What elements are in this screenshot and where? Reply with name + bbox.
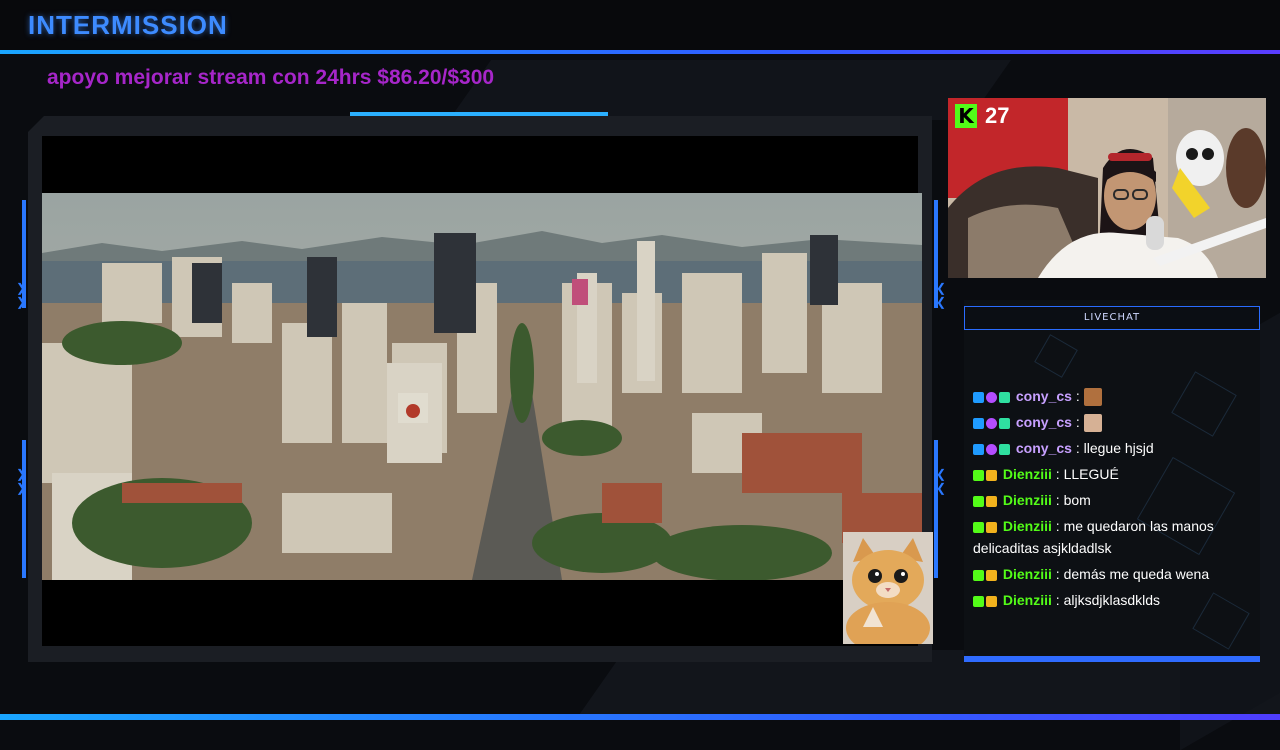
chat-header: LIVECHAT <box>964 306 1260 330</box>
crown-badge-icon <box>986 569 997 581</box>
vip-badge-icon <box>986 443 997 455</box>
chat-message: cony_cs : llegue hjsjd <box>973 437 1253 459</box>
sub-badge-icon <box>973 469 984 481</box>
og-badge-icon <box>999 443 1010 455</box>
video-player[interactable] <box>42 193 922 580</box>
chat-message: cony_cs : <box>973 411 1253 433</box>
chat-username[interactable]: Dienziii <box>999 466 1052 482</box>
og-badge-icon <box>999 417 1010 429</box>
chat-bottom-accent <box>964 656 1260 662</box>
chevron-icon: ❯ <box>16 281 27 295</box>
viewer-counter: K 27 <box>955 103 1009 129</box>
chat-message: Dienziii : aljksdjklasdklds <box>973 589 1253 611</box>
chat-username[interactable]: cony_cs <box>1012 440 1072 456</box>
sub-badge-icon <box>973 495 984 507</box>
mod-badge-icon <box>973 443 984 455</box>
chevron-icon: ❯ <box>16 295 27 309</box>
chat-separator: : <box>1051 518 1064 534</box>
vip-badge-icon <box>986 417 997 429</box>
sub-badge-icon <box>973 521 984 533</box>
chat-emote-icon <box>1083 414 1102 433</box>
chat-message: Dienziii : demás me queda wena <box>973 563 1253 585</box>
og-badge-icon <box>999 391 1010 403</box>
chat-separator: : <box>1071 414 1084 430</box>
chat-text: demás me queda wena <box>1063 566 1210 582</box>
chat-separator: : <box>1071 440 1084 456</box>
mod-badge-icon <box>973 417 984 429</box>
chat-text: LLEGUÉ <box>1063 466 1119 482</box>
frame-side-accent <box>934 440 938 578</box>
chat-text: bom <box>1063 492 1091 508</box>
kick-logo-icon: K <box>955 104 977 128</box>
chat-separator: : <box>1051 466 1064 482</box>
chevron-icon: ❯ <box>16 481 27 495</box>
chat-separator: : <box>1071 388 1084 404</box>
cat-cam <box>843 532 933 654</box>
chat-text: aljksdjklasdklds <box>1063 592 1161 608</box>
chat-username[interactable]: Dienziii <box>999 518 1052 534</box>
sub-badge-icon <box>973 569 984 581</box>
chevron-icon: ❮ <box>936 467 947 481</box>
background-shard <box>448 60 1012 120</box>
crown-badge-icon <box>986 595 997 607</box>
chat-message: Dienziii : LLEGUÉ <box>973 463 1253 485</box>
chevron-icon: ❮ <box>936 281 947 295</box>
chat-username[interactable]: Dienziii <box>999 592 1052 608</box>
chat-username[interactable]: cony_cs <box>1012 388 1072 404</box>
chat-message: Dienziii : bom <box>973 489 1253 511</box>
chat-separator: : <box>1051 492 1064 508</box>
donation-goal: apoyo mejorar stream con 24hrs $86.20/$3… <box>47 66 495 89</box>
sub-badge-icon <box>973 595 984 607</box>
frame-side-accent <box>22 440 26 578</box>
bottom-accent-line <box>0 714 1280 720</box>
crown-badge-icon <box>986 521 997 533</box>
chat-message-list[interactable]: cony_cs : cony_cs : cony_cs : llegue hjs… <box>973 385 1253 615</box>
chat-username[interactable]: Dienziii <box>999 566 1052 582</box>
top-accent-line <box>0 50 1280 54</box>
chat-message: cony_cs : <box>973 385 1253 407</box>
crown-badge-icon <box>986 469 997 481</box>
chat-emote-icon <box>1083 388 1102 407</box>
mod-badge-icon <box>973 391 984 403</box>
chat-username[interactable]: Dienziii <box>999 492 1052 508</box>
chevron-icon: ❮ <box>936 295 947 309</box>
chevron-icon: ❯ <box>16 467 27 481</box>
chat-separator: : <box>1051 566 1064 582</box>
city-scene <box>42 193 922 580</box>
viewer-count: 27 <box>985 103 1010 128</box>
chat-message: Dienziii : me quedaron las manos delicad… <box>973 515 1253 559</box>
vip-badge-icon <box>986 391 997 403</box>
chevron-icon: ❮ <box>936 481 947 495</box>
crown-badge-icon <box>986 495 997 507</box>
chat-text: llegue hjsjd <box>1083 440 1154 456</box>
frame-accent <box>350 112 608 116</box>
chat-username[interactable]: cony_cs <box>1012 414 1072 430</box>
chat-separator: : <box>1051 592 1064 608</box>
intermission-title: INTERMISSION <box>28 10 228 40</box>
